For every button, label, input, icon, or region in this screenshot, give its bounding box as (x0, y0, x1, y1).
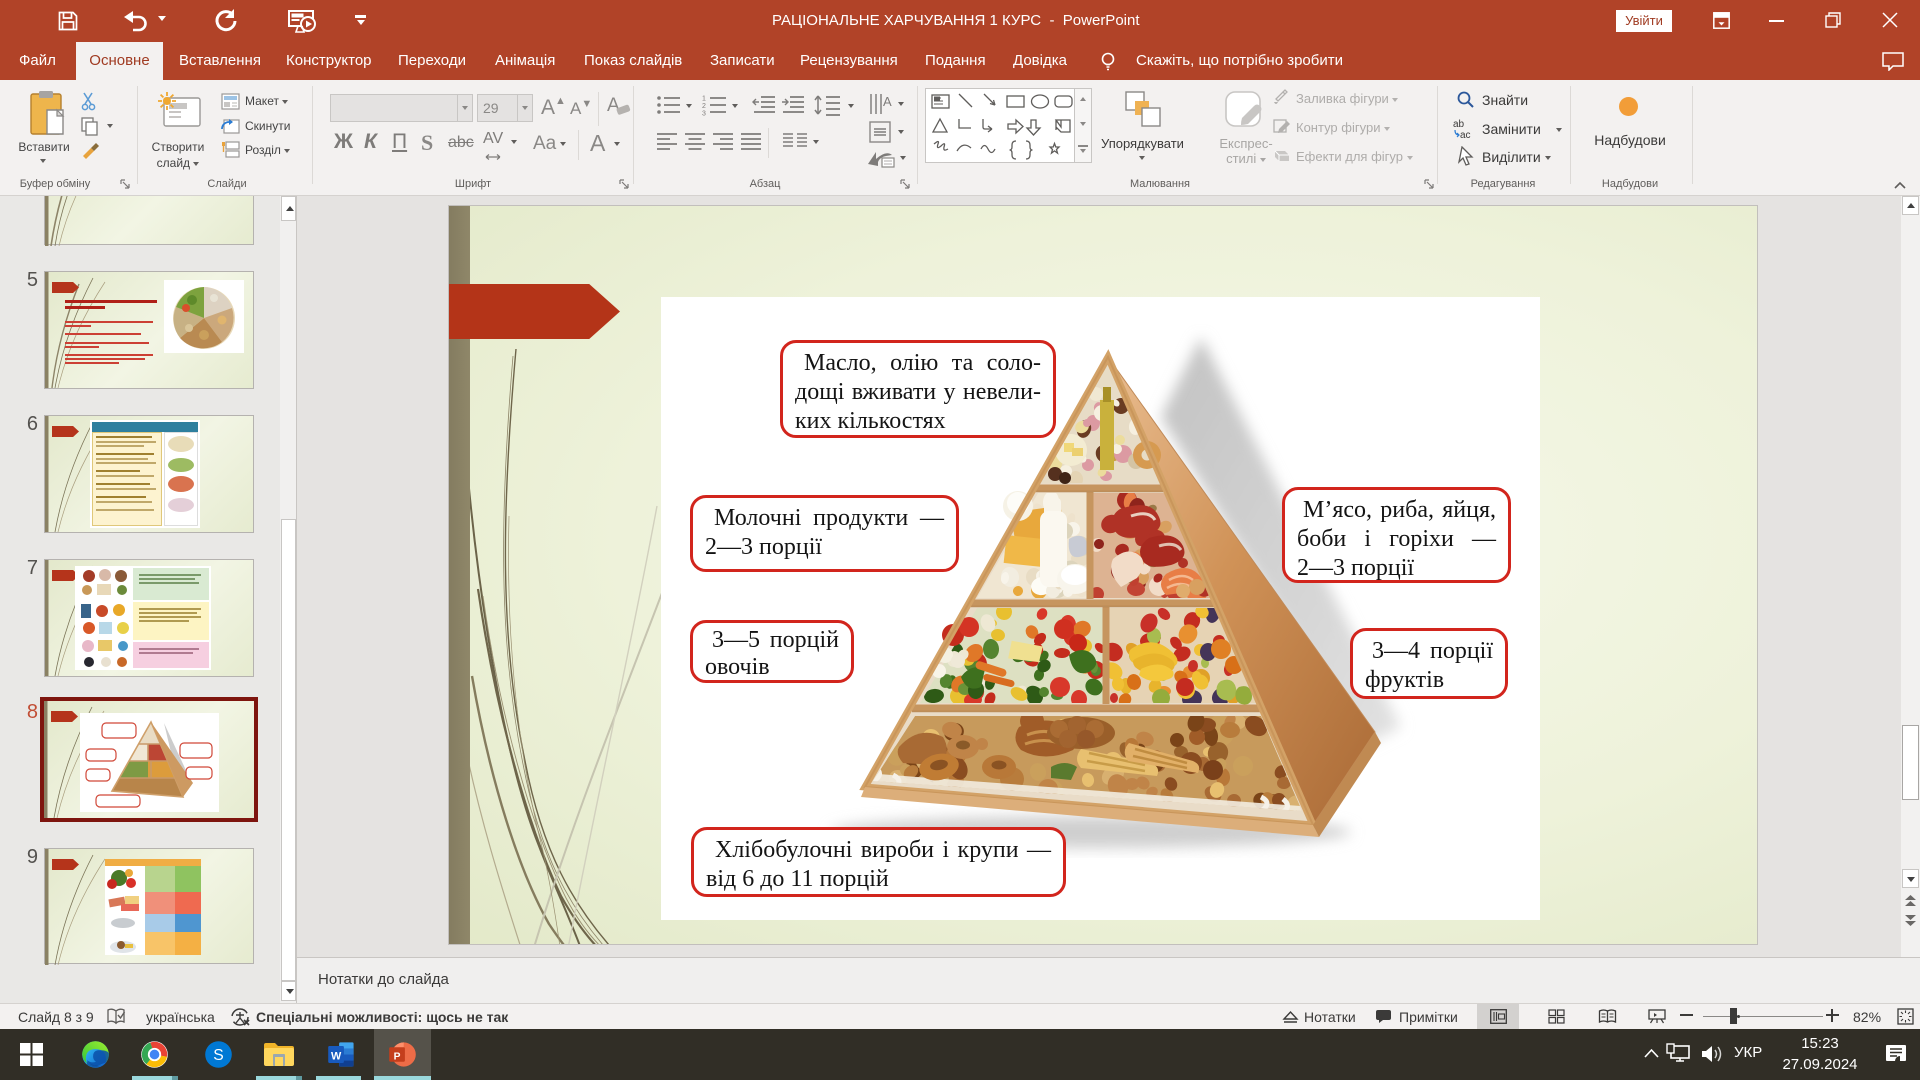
svg-text:W: W (331, 1050, 342, 1062)
svg-text:A: A (883, 94, 892, 109)
svg-text:ac: ac (1460, 130, 1471, 140)
svg-text:P: P (394, 1051, 401, 1062)
svg-text:S: S (213, 1047, 223, 1064)
svg-text:3: 3 (702, 111, 706, 117)
svg-text:ab: ab (1453, 119, 1465, 130)
svg-text:2: 2 (702, 103, 706, 110)
svg-text:1: 1 (702, 96, 706, 103)
